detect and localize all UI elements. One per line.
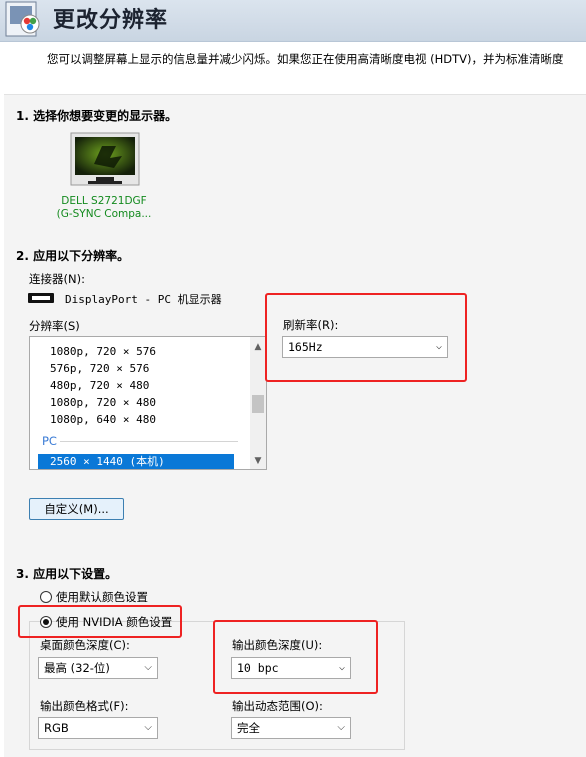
resolution-listbox[interactable]: 1080p, 720 × 576 576p, 720 × 576 480p, 7… [29,336,267,470]
customize-button[interactable]: 自定义(M)... [29,498,124,520]
list-item-selected[interactable]: 2560 × 1440 (本机) [38,454,234,469]
chevron-down-icon: ⌵ [144,662,152,673]
resolution-label: 分辨率(S) [29,319,80,333]
connector-label: 连接器(N): [29,272,85,286]
output-format-value: RGB [44,721,69,735]
radio-default-colors[interactable] [40,591,52,603]
scroll-up-icon[interactable]: ▲ [250,339,266,355]
page-header: 更改分辨率 [0,0,586,42]
chevron-down-icon: ⌵ [337,722,345,733]
section3-title: 3. 应用以下设置。 [16,567,118,581]
monitor-icon[interactable] [70,132,140,192]
desktop-depth-dropdown[interactable]: 最高 (32-位) ⌵ [38,657,158,679]
resolution-scrollbar[interactable]: ▲ ▼ [250,337,266,469]
list-item[interactable]: 576p, 720 × 576 [50,360,149,377]
chevron-down-icon: ⌵ [144,722,152,733]
annotation-box-nvidia-color [18,605,182,638]
section1-title: 1. 选择你想要变更的显示器。 [16,109,178,123]
output-format-label: 输出颜色格式(F): [40,699,129,713]
annotation-box-refresh-rate [265,293,467,382]
page-title: 更改分辨率 [53,7,169,33]
annotation-box-output-depth [213,620,378,694]
connector-value: DisplayPort - PC 机显示器 [65,293,222,306]
list-item[interactable]: 480p, 720 × 480 [50,377,149,394]
list-item[interactable]: 1080p, 640 × 480 [50,411,156,428]
monitor-name-line1: DELL S2721DGF [61,195,147,207]
desktop-depth-label: 桌面颜色深度(C): [40,638,130,652]
dynamic-range-label: 输出动态范围(O): [232,699,323,713]
scroll-thumb[interactable] [252,395,264,413]
section2-title: 2. 应用以下分辨率。 [16,249,130,263]
output-format-dropdown[interactable]: RGB ⌵ [38,717,158,739]
page-description: 您可以调整屏幕上显示的信息量并减少闪烁。如果您正在使用高清晰度电视 (HDTV)… [47,52,564,66]
dynamic-range-dropdown[interactable]: 完全 ⌵ [231,717,351,739]
monitor-name-line2: (G-SYNC Compa... [56,208,152,220]
list-group-header-pc: PC [42,434,57,448]
list-item[interactable]: 1080p, 720 × 576 [50,343,156,360]
dynamic-range-value: 完全 [237,721,260,735]
group-divider [60,441,238,442]
list-item[interactable]: 1080p, 720 × 480 [50,394,156,411]
nvidia-display-settings-icon [4,0,44,40]
desktop-depth-value: 最高 (32-位) [44,661,110,675]
radio-default-label: 使用默认颜色设置 [56,590,148,604]
displayport-icon [28,293,54,303]
scroll-down-icon[interactable]: ▼ [250,453,266,469]
